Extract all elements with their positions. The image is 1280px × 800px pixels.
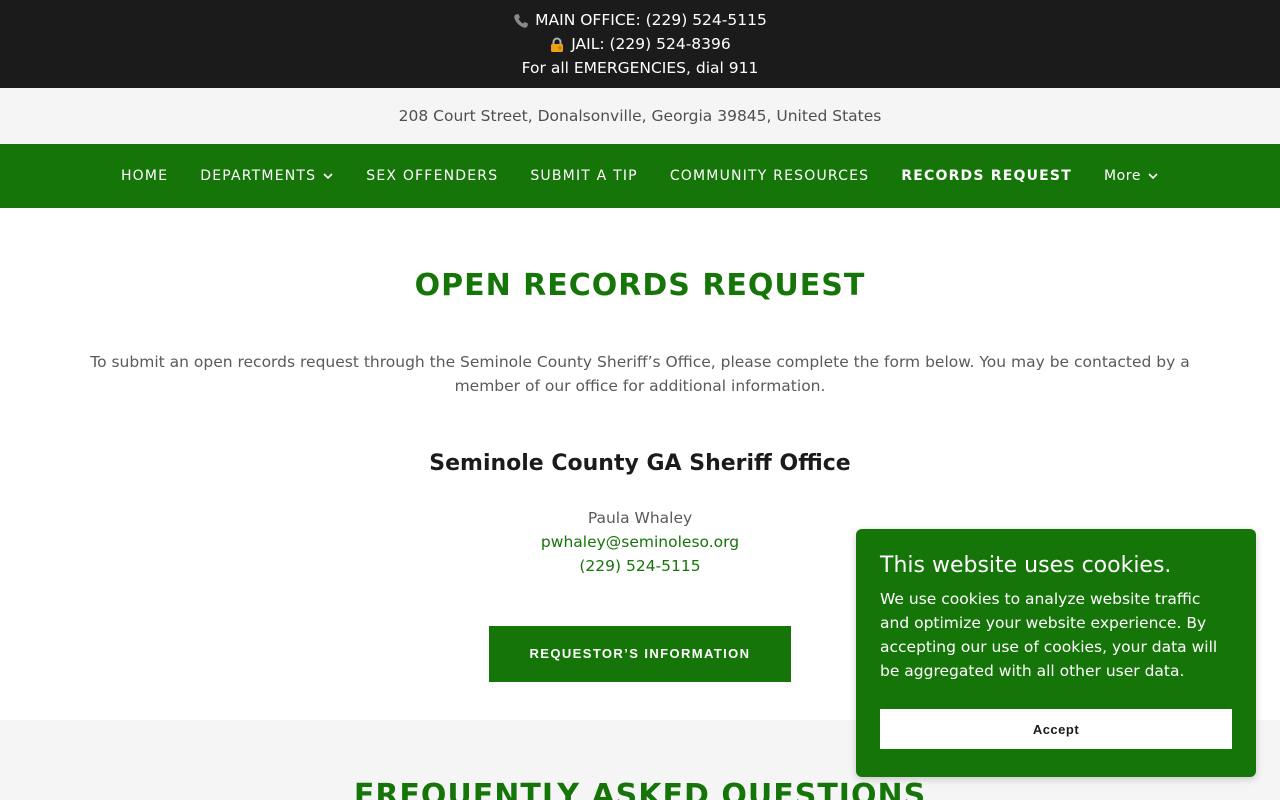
faq-title: FREQUENTLY ASKED QUESTIONS xyxy=(353,778,927,800)
nav-item-more[interactable]: More xyxy=(1088,168,1175,184)
jail-text[interactable]: JAIL: (229) 524-8396 xyxy=(571,32,731,56)
page-title: OPEN RECORDS REQUEST xyxy=(414,268,866,303)
nav-item-label: RECORDS REQUEST xyxy=(901,168,1072,184)
nav-item-label: SEX OFFENDERS xyxy=(366,168,499,184)
nav-item-records-request[interactable]: RECORDS REQUEST xyxy=(885,168,1088,184)
nav-item-departments[interactable]: DEPARTMENTS xyxy=(184,168,350,184)
intro-text: To submit an open records request throug… xyxy=(90,353,1190,395)
cookie-banner: This website uses cookies. We use cookie… xyxy=(856,529,1256,777)
nav-item-label: More xyxy=(1103,168,1142,184)
contact-name: Paula Whaley xyxy=(587,509,693,527)
chevron-down-icon xyxy=(322,170,334,182)
main-office-text[interactable]: MAIN OFFICE: (229) 524-5115 xyxy=(535,8,767,32)
phone-icon xyxy=(513,12,529,28)
address-bar: 208 Court Street, Donalsonville, Georgia… xyxy=(0,88,1280,144)
requestor-information-button[interactable]: REQUESTOR’S INFORMATION xyxy=(489,626,791,682)
emergency-line: For all EMERGENCIES, dial 911 xyxy=(0,56,1280,80)
nav-item-label: HOME xyxy=(120,168,169,184)
nav-item-submit-a-tip[interactable]: SUBMIT A TIP xyxy=(514,168,654,184)
main-office-line: MAIN OFFICE: (229) 524-5115 xyxy=(0,8,1280,32)
nav-item-label: DEPARTMENTS xyxy=(200,168,317,184)
jail-line: JAIL: (229) 524-8396 xyxy=(0,32,1280,56)
nav-item-label: SUBMIT A TIP xyxy=(530,168,638,184)
lock-icon xyxy=(549,36,565,52)
nav-item-home[interactable]: HOME xyxy=(105,168,184,184)
accept-cookies-button[interactable]: Accept xyxy=(880,709,1232,749)
cookie-text: We use cookies to analyze website traffi… xyxy=(880,590,1218,680)
cookie-title: This website uses cookies. xyxy=(880,553,1172,578)
nav-item-community-resources[interactable]: COMMUNITY RESOURCES xyxy=(654,168,885,184)
nav-item-sex-offenders[interactable]: SEX OFFENDERS xyxy=(350,168,514,184)
org-name: Seminole County GA Sheriff Office xyxy=(429,451,851,476)
address-text: 208 Court Street, Donalsonville, Georgia… xyxy=(398,107,882,125)
chevron-down-icon xyxy=(1147,170,1159,182)
emergency-text: For all EMERGENCIES, dial 911 xyxy=(521,59,759,77)
nav-item-label: COMMUNITY RESOURCES xyxy=(669,168,870,184)
main-nav: HOME DEPARTMENTS SEX OFFENDERS SUBMIT A … xyxy=(0,144,1280,208)
top-contact-bar: MAIN OFFICE: (229) 524-5115 JAIL: (229) … xyxy=(0,0,1280,88)
